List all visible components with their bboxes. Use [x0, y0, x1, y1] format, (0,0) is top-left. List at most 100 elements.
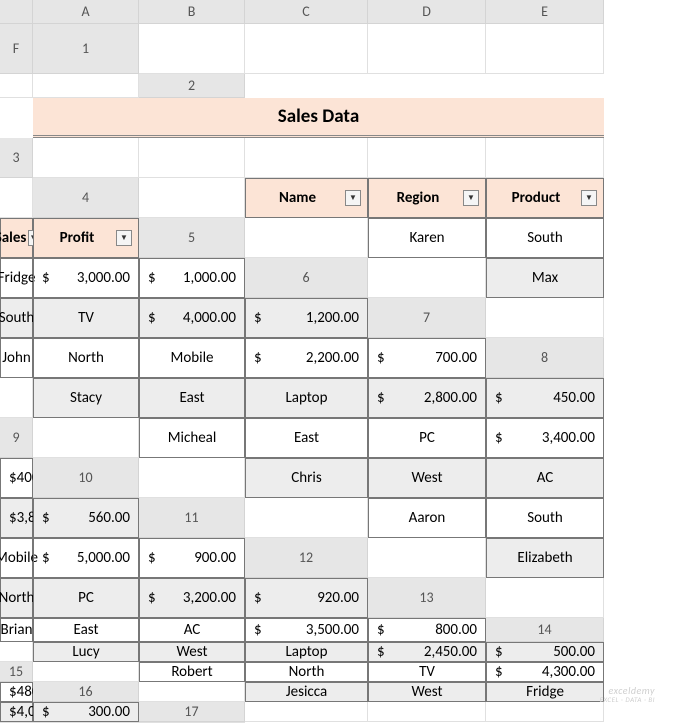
col-header-B[interactable]: B	[139, 0, 245, 24]
cell-name[interactable]: Elizabeth	[486, 538, 604, 578]
empty-cell[interactable]	[139, 24, 245, 74]
empty-cell[interactable]	[0, 642, 33, 662]
cell-region[interactable]: North	[0, 578, 33, 618]
empty-cell[interactable]	[0, 178, 33, 218]
cell-name[interactable]: Karen	[368, 218, 486, 258]
cell-product[interactable]: TV	[368, 662, 486, 682]
cell-sales[interactable]: $2,450.00	[368, 642, 486, 662]
empty-cell[interactable]	[486, 138, 604, 178]
row-header-11[interactable]: 11	[139, 498, 245, 538]
cell-name[interactable]: Lucy	[33, 642, 139, 662]
cell-product[interactable]: Mobile	[139, 338, 245, 378]
filter-dropdown-icon[interactable]: ▼	[345, 190, 361, 206]
empty-cell[interactable]	[33, 662, 139, 682]
cell-name[interactable]: Stacy	[33, 378, 139, 418]
cell-product[interactable]: PC	[368, 418, 486, 458]
row-header-15[interactable]: 15	[0, 662, 33, 682]
row-header-5[interactable]: 5	[139, 218, 245, 258]
cell-region[interactable]: East	[33, 618, 139, 642]
cell-profit[interactable]: $500.00	[486, 642, 604, 662]
cell-region[interactable]: West	[368, 458, 486, 498]
cell-region[interactable]: North	[245, 662, 368, 682]
row-header-16[interactable]: 16	[33, 682, 139, 702]
cell-region[interactable]: South	[486, 498, 604, 538]
row-header-1[interactable]: 1	[33, 24, 139, 74]
cell-product[interactable]: AC	[486, 458, 604, 498]
row-header-6[interactable]: 6	[245, 258, 368, 298]
cell-profit[interactable]: $920.00	[245, 578, 368, 618]
cell-sales[interactable]: $5,000.00	[33, 538, 139, 578]
empty-cell[interactable]	[0, 378, 33, 418]
empty-cell[interactable]	[245, 24, 368, 74]
cell-profit[interactable]: $700.00	[368, 338, 486, 378]
row-header-10[interactable]: 10	[33, 458, 139, 498]
cell-profit[interactable]: $400.00	[0, 458, 33, 498]
cell-sales[interactable]: $2,800.00	[368, 378, 486, 418]
empty-cell[interactable]	[0, 74, 33, 98]
cell-product[interactable]: AC	[139, 618, 245, 642]
cell-name[interactable]: Robert	[139, 662, 245, 682]
col-header-F[interactable]: F	[0, 24, 33, 74]
cell-product[interactable]: PC	[33, 578, 139, 618]
cell-product[interactable]: Mobile	[0, 538, 33, 578]
empty-cell[interactable]	[245, 498, 368, 538]
empty-cell[interactable]	[368, 24, 486, 74]
row-header-14[interactable]: 14	[486, 618, 604, 642]
empty-cell[interactable]	[486, 702, 604, 722]
empty-cell[interactable]	[486, 578, 604, 618]
cell-product[interactable]: Fridge	[0, 258, 33, 298]
cell-sales[interactable]: $3,400.00	[486, 418, 604, 458]
cell-region[interactable]: North	[33, 338, 139, 378]
empty-cell[interactable]	[486, 298, 604, 338]
row-header-3[interactable]: 3	[0, 138, 33, 178]
empty-cell[interactable]	[139, 178, 245, 218]
empty-cell[interactable]	[368, 702, 486, 722]
col-header-E[interactable]: E	[486, 0, 604, 24]
cell-product[interactable]: Laptop	[245, 378, 368, 418]
cell-sales[interactable]: $4,000.00	[0, 702, 33, 722]
row-header-9[interactable]: 9	[0, 418, 33, 458]
empty-cell[interactable]	[245, 702, 368, 722]
empty-cell[interactable]	[368, 138, 486, 178]
filter-dropdown-icon[interactable]: ▼	[463, 190, 479, 206]
cell-region[interactable]: West	[368, 682, 486, 702]
empty-cell[interactable]	[245, 218, 368, 258]
empty-cell[interactable]	[33, 418, 139, 458]
cell-product[interactable]: TV	[33, 298, 139, 338]
empty-cell[interactable]	[139, 682, 245, 702]
cell-name[interactable]: Jesicca	[245, 682, 368, 702]
cell-name[interactable]: Brian	[0, 618, 33, 642]
empty-cell[interactable]	[139, 138, 245, 178]
row-header-2[interactable]: 2	[139, 74, 245, 98]
cell-region[interactable]: East	[245, 418, 368, 458]
cell-profit[interactable]: $1,000.00	[139, 258, 245, 298]
cell-sales[interactable]: $3,500.00	[245, 618, 368, 642]
cell-region[interactable]: South	[486, 218, 604, 258]
cell-name[interactable]: Aaron	[368, 498, 486, 538]
row-header-7[interactable]: 7	[368, 298, 486, 338]
select-all-corner[interactable]	[0, 0, 33, 24]
cell-name[interactable]: Max	[486, 258, 604, 298]
empty-cell[interactable]	[368, 258, 486, 298]
row-header-8[interactable]: 8	[486, 338, 604, 378]
empty-cell[interactable]	[486, 24, 604, 74]
cell-profit[interactable]: $560.00	[33, 498, 139, 538]
cell-name[interactable]: John	[0, 338, 33, 378]
empty-cell[interactable]	[368, 538, 486, 578]
col-header-D[interactable]: D	[368, 0, 486, 24]
row-header-4[interactable]: 4	[33, 178, 139, 218]
cell-sales[interactable]: $4,300.00	[486, 662, 604, 682]
filter-dropdown-icon[interactable]: ▼	[116, 230, 132, 246]
col-header-C[interactable]: C	[245, 0, 368, 24]
cell-profit[interactable]: $480.00	[0, 682, 33, 702]
cell-name[interactable]: Micheal	[139, 418, 245, 458]
cell-sales[interactable]: $2,200.00	[245, 338, 368, 378]
cell-profit[interactable]: $450.00	[486, 378, 604, 418]
cell-name[interactable]: Chris	[245, 458, 368, 498]
cell-profit[interactable]: $1,200.00	[245, 298, 368, 338]
col-header-A[interactable]: A	[33, 0, 139, 24]
cell-region[interactable]: West	[139, 642, 245, 662]
cell-profit[interactable]: $800.00	[368, 618, 486, 642]
cell-sales[interactable]: $3,000.00	[33, 258, 139, 298]
cell-product[interactable]: Fridge	[486, 682, 604, 702]
